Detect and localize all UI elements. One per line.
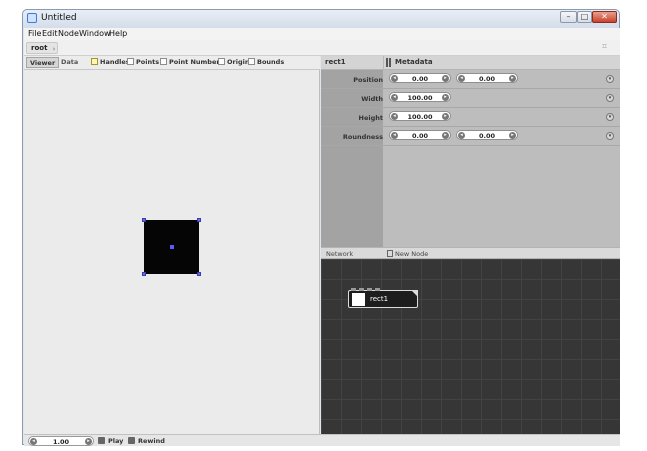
position-label: Position bbox=[353, 76, 383, 84]
frame-value: 1.00 bbox=[52, 438, 70, 446]
roundness-y-value: 0.00 bbox=[478, 132, 496, 140]
height-field[interactable]: ◂ 100.00 ▸ bbox=[389, 111, 451, 121]
point-numbers-label: Point Numbers bbox=[169, 58, 224, 66]
property-height: Height ◂ 100.00 ▸ ▾ bbox=[321, 108, 620, 127]
step-right-icon[interactable]: ▸ bbox=[442, 75, 449, 82]
close-button[interactable]: ✕ bbox=[592, 11, 617, 23]
origin-checkbox[interactable] bbox=[218, 58, 225, 65]
points-checkbox[interactable] bbox=[127, 58, 134, 65]
breadcrumb-root-label: root bbox=[31, 44, 48, 52]
position-x-field[interactable]: ◂ 0.00 ▸ bbox=[389, 73, 451, 83]
properties-panel: Position ◂ 0.00 ▸ ◂ 0.00 ▸ ▾ Width ◂ 100… bbox=[321, 70, 620, 247]
viewer-toolbar: Viewer Data Handles Points Point Numbers… bbox=[24, 56, 320, 70]
new-node-icon[interactable] bbox=[387, 250, 393, 257]
menu-help[interactable]: Help bbox=[109, 29, 127, 38]
rect-node-icon bbox=[352, 293, 365, 306]
metadata-label[interactable]: Metadata bbox=[395, 58, 433, 66]
viewer-canvas[interactable] bbox=[24, 70, 320, 434]
origin-label: Origin bbox=[227, 58, 250, 66]
bounds-label: Bounds bbox=[257, 58, 285, 66]
metadata-icon[interactable] bbox=[386, 58, 391, 67]
property-roundness: Roundness ◂ 0.00 ▸ ◂ 0.00 ▸ ▾ bbox=[321, 127, 620, 146]
height-value: 100.00 bbox=[407, 113, 433, 121]
handle-top-left[interactable] bbox=[142, 218, 146, 222]
window-title: Untitled bbox=[41, 13, 77, 23]
center-handle[interactable] bbox=[170, 245, 174, 249]
rect1-shape[interactable] bbox=[142, 218, 201, 276]
menu-bar: File Edit Node Window Help bbox=[24, 28, 620, 40]
breadcrumb-bar: root › ⌗ bbox=[24, 40, 620, 56]
handles-label: Handles bbox=[100, 58, 130, 66]
handles-checkbox[interactable] bbox=[91, 58, 98, 65]
step-right-icon[interactable]: ▸ bbox=[442, 132, 449, 139]
playback-bar: ◂ 1.00 ▸ Play Rewind bbox=[24, 434, 620, 446]
handle-top-right[interactable] bbox=[197, 218, 201, 222]
row-menu-icon[interactable]: ▾ bbox=[606, 132, 614, 140]
rewind-icon[interactable] bbox=[128, 437, 135, 444]
header-divider bbox=[383, 56, 384, 70]
handle-bottom-right[interactable] bbox=[197, 272, 201, 276]
points-label: Points bbox=[136, 58, 160, 66]
node-port[interactable] bbox=[375, 288, 380, 291]
title-bar[interactable]: Untitled – □ ✕ bbox=[23, 10, 619, 28]
position-y-field[interactable]: ◂ 0.00 ▸ bbox=[456, 73, 518, 83]
frame-field[interactable]: ◂ 1.00 ▸ bbox=[28, 436, 94, 446]
property-position: Position ◂ 0.00 ▸ ◂ 0.00 ▸ ▾ bbox=[321, 70, 620, 89]
roundness-y-field[interactable]: ◂ 0.00 ▸ bbox=[456, 130, 518, 140]
row-menu-icon[interactable]: ▾ bbox=[606, 75, 614, 83]
node-port[interactable] bbox=[351, 288, 356, 291]
step-right-icon[interactable]: ▸ bbox=[85, 438, 92, 445]
position-y-value: 0.00 bbox=[478, 75, 496, 83]
bounds-checkbox[interactable] bbox=[248, 58, 255, 65]
menu-node[interactable]: Node bbox=[58, 29, 79, 38]
row-menu-icon[interactable]: ▾ bbox=[606, 94, 614, 102]
app-icon bbox=[27, 13, 37, 23]
roundness-x-value: 0.00 bbox=[411, 132, 429, 140]
tab-data[interactable]: Data bbox=[58, 57, 81, 68]
menu-file[interactable]: File bbox=[28, 29, 41, 38]
menu-edit[interactable]: Edit bbox=[42, 29, 58, 38]
network-icon[interactable]: ⌗ bbox=[602, 42, 614, 53]
node-name: rect1 bbox=[325, 58, 346, 66]
node-label: rect1 bbox=[370, 295, 389, 303]
node-port[interactable] bbox=[367, 288, 372, 291]
position-x-value: 0.00 bbox=[411, 75, 429, 83]
network-view[interactable]: rect1 bbox=[321, 259, 620, 434]
network-node[interactable]: rect1 bbox=[348, 288, 418, 308]
play-icon[interactable] bbox=[98, 437, 105, 444]
network-title: Network bbox=[326, 250, 354, 258]
width-value: 100.00 bbox=[407, 94, 433, 102]
tab-viewer[interactable]: Viewer bbox=[26, 57, 60, 68]
handle-bottom-left[interactable] bbox=[142, 272, 146, 276]
breadcrumb-root[interactable]: root › bbox=[26, 42, 59, 54]
new-node-button[interactable]: New Node bbox=[395, 250, 428, 258]
step-right-icon[interactable]: ▸ bbox=[509, 132, 516, 139]
node-port[interactable] bbox=[359, 288, 364, 291]
height-label: Height bbox=[358, 114, 383, 122]
step-right-icon[interactable]: ▸ bbox=[442, 94, 449, 101]
property-width: Width ◂ 100.00 ▸ ▾ bbox=[321, 89, 620, 108]
chevron-right-icon: › bbox=[52, 45, 56, 53]
app-window: Untitled – □ ✕ File Edit Node Window Hel… bbox=[22, 9, 620, 446]
menu-window[interactable]: Window bbox=[79, 29, 111, 38]
point-numbers-checkbox[interactable] bbox=[160, 58, 167, 65]
width-label: Width bbox=[361, 95, 383, 103]
row-menu-icon[interactable]: ▾ bbox=[606, 113, 614, 121]
properties-header: rect1 Metadata bbox=[321, 56, 620, 70]
play-button[interactable]: Play bbox=[108, 437, 123, 445]
rendered-flag-icon[interactable] bbox=[411, 290, 418, 297]
rewind-button[interactable]: Rewind bbox=[138, 437, 165, 445]
maximize-button[interactable]: □ bbox=[577, 11, 592, 23]
step-right-icon[interactable]: ▸ bbox=[509, 75, 516, 82]
roundness-label: Roundness bbox=[342, 133, 383, 141]
width-field[interactable]: ◂ 100.00 ▸ bbox=[389, 92, 451, 102]
step-right-icon[interactable]: ▸ bbox=[442, 113, 449, 120]
network-header: Network New Node bbox=[321, 247, 620, 259]
minimize-button[interactable]: – bbox=[560, 11, 577, 23]
roundness-x-field[interactable]: ◂ 0.00 ▸ bbox=[389, 130, 451, 140]
